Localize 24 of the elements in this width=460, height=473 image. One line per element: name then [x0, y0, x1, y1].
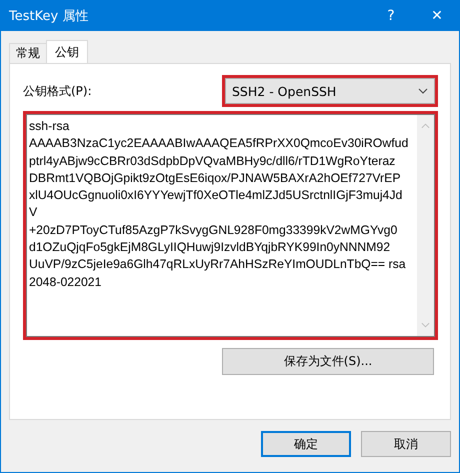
- format-dropdown[interactable]: SSH2 - OpenSSH: [225, 78, 435, 104]
- key-text-line: +20zD7PToyCTuf85AzgP7kSvygGNL928F0mg33399kV2wMGYvg0: [29, 222, 398, 239]
- chevron-down-icon: [418, 88, 428, 94]
- key-text-line: ptrl4yABjw9cCBRr03dSdpbDpVQvaMBHy9c/dll6/rTD1WgRoYteraz: [29, 152, 396, 170]
- scroll-down-icon[interactable]: [421, 322, 430, 328]
- tab[interactable]: 公钥: [46, 40, 88, 63]
- key-text-line: d1OZuQjqFo5gkEjM8GLyIIQHuwj9IzvldBYqjbRYK99In0yNNNM92: [29, 239, 390, 256]
- key-text-line: AAAAB3NzaC1yc2EAAAABIwAAAQEA5fRPrXX0QmcoEv30iROwfud: [29, 135, 408, 152]
- key-text-line: UuVP/9zC5jeIe9a6Glh47qRLxUyRr7AhHSzReYImOUDLnTbQ== rsa: [29, 256, 406, 274]
- save-to-file-button[interactable]: 保存为文件(S)...: [222, 348, 434, 375]
- close-button[interactable]: ✕: [414, 0, 460, 31]
- key-text-line: xlU4OUcGgnuoli0xI6YYYewjTf0XeOTle4mlZJd5USrctnlIGjF3muj4Jd: [29, 187, 402, 204]
- key-text-line: V: [29, 204, 38, 222]
- key-text-line: 2048-022021: [29, 274, 102, 291]
- cancel-button[interactable]: 取消: [361, 431, 451, 457]
- scroll-up-icon[interactable]: [421, 123, 430, 129]
- help-button[interactable]: ?: [368, 0, 414, 31]
- ok-button[interactable]: 确定: [261, 431, 351, 457]
- window-title: TestKey 属性: [9, 8, 88, 24]
- tab[interactable]: 常规: [9, 43, 47, 63]
- key-text-line: ssh-rsa: [29, 118, 70, 135]
- key-text-line: DBRmt1VQBOjGpikt9zOtgEsE6iqox/PJNAW5BAXrA2hOEf727VrEP: [29, 170, 401, 187]
- scrollbar[interactable]: [417, 115, 434, 336]
- format-label: 公钥格式(P):: [23, 82, 92, 100]
